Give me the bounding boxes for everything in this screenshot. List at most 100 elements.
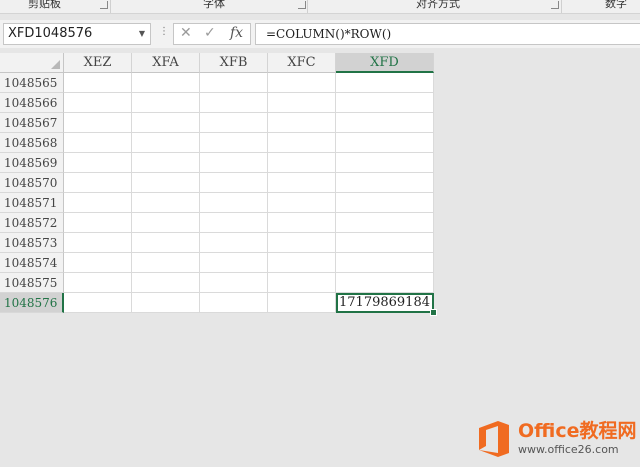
- cell[interactable]: [336, 173, 434, 193]
- row-header[interactable]: 1048573: [0, 233, 64, 253]
- cell[interactable]: [200, 273, 268, 293]
- cell[interactable]: [268, 173, 336, 193]
- cell[interactable]: [268, 153, 336, 173]
- cell[interactable]: [336, 113, 434, 133]
- cell[interactable]: [336, 273, 434, 293]
- cell[interactable]: [200, 213, 268, 233]
- ribbon-group-clipboard: 剪贴板: [28, 0, 61, 10]
- cell[interactable]: [132, 253, 200, 273]
- office-logo-icon: [479, 421, 509, 457]
- active-cell[interactable]: 17179869184: [336, 293, 434, 313]
- cell[interactable]: [268, 133, 336, 153]
- cell[interactable]: [268, 193, 336, 213]
- cell[interactable]: [200, 233, 268, 253]
- cell[interactable]: [200, 153, 268, 173]
- cell[interactable]: [132, 93, 200, 113]
- cell[interactable]: [336, 133, 434, 153]
- alignment-launcher-icon[interactable]: [551, 1, 559, 9]
- cell[interactable]: [64, 73, 132, 93]
- cell[interactable]: [336, 153, 434, 173]
- cell[interactable]: [132, 133, 200, 153]
- cell[interactable]: [132, 293, 200, 313]
- cell[interactable]: [336, 73, 434, 93]
- cell[interactable]: [132, 213, 200, 233]
- row-header[interactable]: 1048567: [0, 113, 64, 133]
- cell[interactable]: [64, 153, 132, 173]
- row-header[interactable]: 1048570: [0, 173, 64, 193]
- name-box[interactable]: XFD1048576 ▼: [3, 23, 151, 45]
- cell[interactable]: [200, 253, 268, 273]
- ribbon-group-alignment: 对齐方式: [416, 0, 460, 10]
- row-header[interactable]: 1048569: [0, 153, 64, 173]
- chevron-down-icon[interactable]: ▼: [139, 24, 145, 44]
- cell[interactable]: [132, 193, 200, 213]
- formula-bar-resize-icon[interactable]: ⋮: [159, 26, 169, 37]
- ribbon-group-labels: 剪贴板 字体 对齐方式 数字: [0, 0, 640, 14]
- cell[interactable]: [200, 293, 268, 313]
- cell[interactable]: [336, 253, 434, 273]
- cell[interactable]: [268, 273, 336, 293]
- row-header[interactable]: 1048576: [0, 293, 64, 313]
- fill-handle[interactable]: [430, 309, 437, 316]
- cell[interactable]: [132, 173, 200, 193]
- cell[interactable]: [268, 213, 336, 233]
- row-header[interactable]: 1048572: [0, 213, 64, 233]
- watermark-brand: Office教程网: [518, 420, 637, 442]
- cell[interactable]: [132, 233, 200, 253]
- cell[interactable]: [268, 253, 336, 273]
- row-header[interactable]: 1048574: [0, 253, 64, 273]
- cell[interactable]: [200, 73, 268, 93]
- column-header-xfd[interactable]: XFD: [336, 53, 434, 73]
- row-header[interactable]: 1048566: [0, 93, 64, 113]
- cell[interactable]: [336, 213, 434, 233]
- cell[interactable]: [64, 133, 132, 153]
- cell[interactable]: [64, 273, 132, 293]
- cell[interactable]: [64, 113, 132, 133]
- cell[interactable]: [200, 173, 268, 193]
- enter-check-icon[interactable]: ✓: [204, 25, 216, 41]
- cell[interactable]: [64, 213, 132, 233]
- formula-input[interactable]: =COLUMN()*ROW(): [255, 23, 640, 45]
- formula-bar: XFD1048576 ▼ ⋮ ✕ ✓ fx =COLUMN()*ROW(): [0, 20, 640, 48]
- watermark-url: www.office26.com: [518, 443, 619, 456]
- cell[interactable]: [200, 93, 268, 113]
- cell[interactable]: [336, 233, 434, 253]
- row-header[interactable]: 1048571: [0, 193, 64, 213]
- row-header[interactable]: 1048568: [0, 133, 64, 153]
- cell[interactable]: [64, 93, 132, 113]
- name-box-value: XFD1048576: [8, 26, 93, 41]
- cell[interactable]: [200, 133, 268, 153]
- column-header-xfa[interactable]: XFA: [132, 53, 200, 73]
- cell[interactable]: [132, 153, 200, 173]
- cell[interactable]: [132, 73, 200, 93]
- select-all-button[interactable]: [0, 53, 64, 73]
- column-header-xez[interactable]: XEZ: [64, 53, 132, 73]
- cell[interactable]: [336, 193, 434, 213]
- insert-function-icon[interactable]: fx: [230, 25, 243, 41]
- cell[interactable]: [336, 93, 434, 113]
- cell[interactable]: [64, 253, 132, 273]
- row-header[interactable]: 1048565: [0, 73, 64, 93]
- cell[interactable]: [64, 193, 132, 213]
- cell[interactable]: [268, 113, 336, 133]
- clipboard-launcher-icon[interactable]: [100, 1, 108, 9]
- column-header-xfb[interactable]: XFB: [200, 53, 268, 73]
- cell[interactable]: [200, 193, 268, 213]
- cell[interactable]: [268, 293, 336, 313]
- ribbon-group-number: 数字: [605, 0, 627, 10]
- column-header-xfc[interactable]: XFC: [268, 53, 336, 73]
- cell[interactable]: [268, 93, 336, 113]
- cell[interactable]: [200, 113, 268, 133]
- cell[interactable]: [268, 73, 336, 93]
- row-header[interactable]: 1048575: [0, 273, 64, 293]
- cell[interactable]: [64, 233, 132, 253]
- cancel-icon[interactable]: ✕: [180, 25, 192, 41]
- cell[interactable]: [132, 273, 200, 293]
- cell[interactable]: [64, 293, 132, 313]
- cell[interactable]: [132, 113, 200, 133]
- cell[interactable]: [268, 233, 336, 253]
- ribbon-group-font: 字体: [203, 0, 225, 10]
- ribbon-divider: [110, 0, 111, 13]
- cell[interactable]: [64, 173, 132, 193]
- font-launcher-icon[interactable]: [298, 1, 306, 9]
